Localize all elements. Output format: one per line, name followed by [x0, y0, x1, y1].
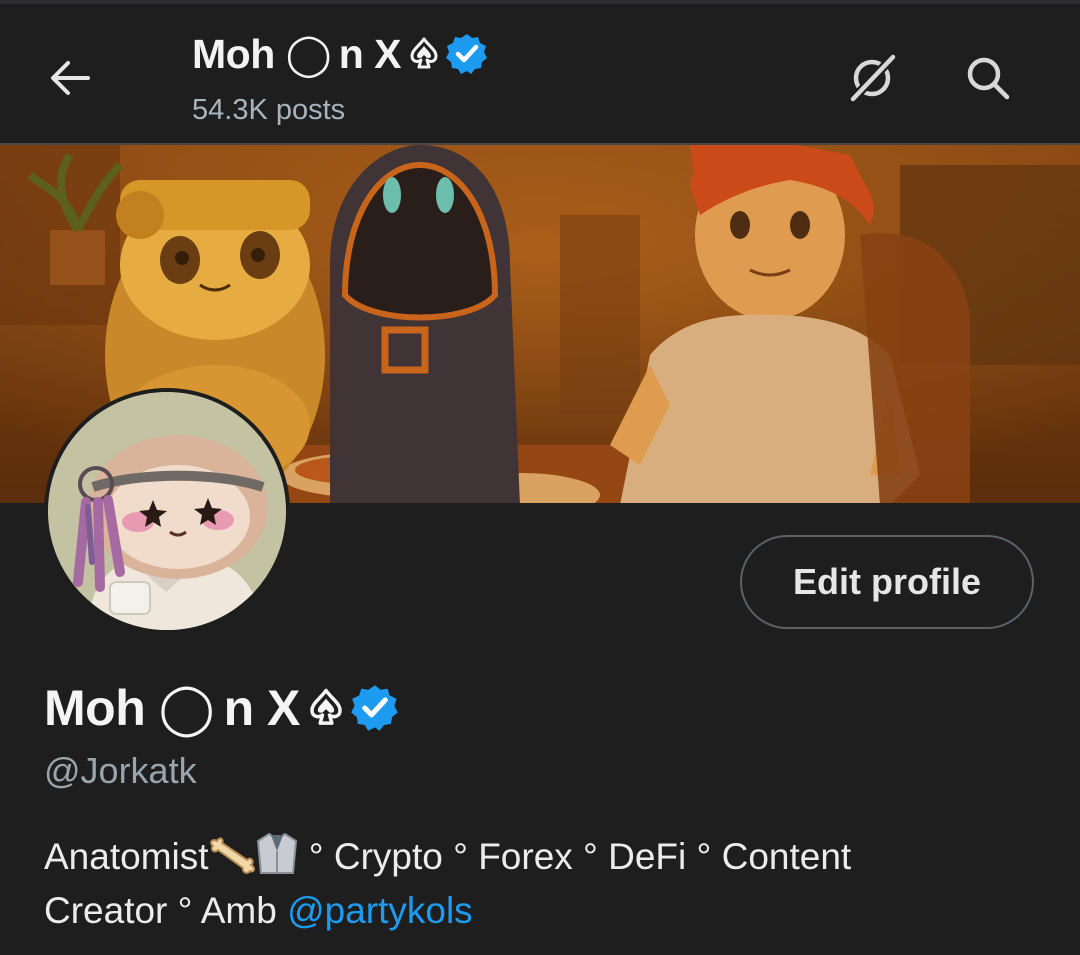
search-button[interactable] — [956, 48, 1020, 108]
bio-text-creator: Creator ° Amb — [44, 890, 288, 931]
user-handle: @Jorkatk — [44, 750, 197, 791]
header-title: Moh ◯ n X — [192, 30, 489, 78]
bio-text-topics: ° Crypto ° Forex ° DeFi ° Content — [298, 836, 852, 877]
grok-button[interactable] — [840, 48, 904, 108]
avatar-image — [48, 392, 286, 630]
spade-icon — [410, 37, 438, 69]
back-arrow-icon — [51, 61, 90, 95]
profile-page: Moh ◯ n X 54.3K posts Edit profile Moh ◯… — [0, 0, 1080, 955]
profile-avatar[interactable] — [44, 388, 290, 634]
verified-badge-icon[interactable] — [350, 683, 400, 733]
bio-mention-link[interactable]: @partykols — [287, 890, 473, 931]
posts-count: 54.3K posts — [192, 94, 346, 126]
spade-icon — [310, 688, 342, 725]
search-icon — [967, 57, 1010, 100]
verified-badge-icon — [446, 34, 488, 74]
bone-icon — [209, 837, 255, 874]
top-bar: Moh ◯ n X 54.3K posts — [0, 0, 1080, 143]
back-button[interactable] — [40, 51, 100, 105]
display-name-text: Moh ◯ n X — [44, 680, 300, 736]
header-title-text: Moh ◯ n X — [192, 31, 402, 77]
lab-coat-icon — [256, 832, 297, 874]
grok-icon — [849, 53, 897, 103]
display-name: Moh ◯ n X — [44, 678, 400, 738]
bio-text-anatomist: Anatomist — [44, 836, 209, 877]
edit-profile-button[interactable]: Edit profile — [740, 535, 1034, 629]
profile-bio: Anatomist ° Crypto ° Forex ° DeFi ° Cont… — [44, 830, 1044, 938]
